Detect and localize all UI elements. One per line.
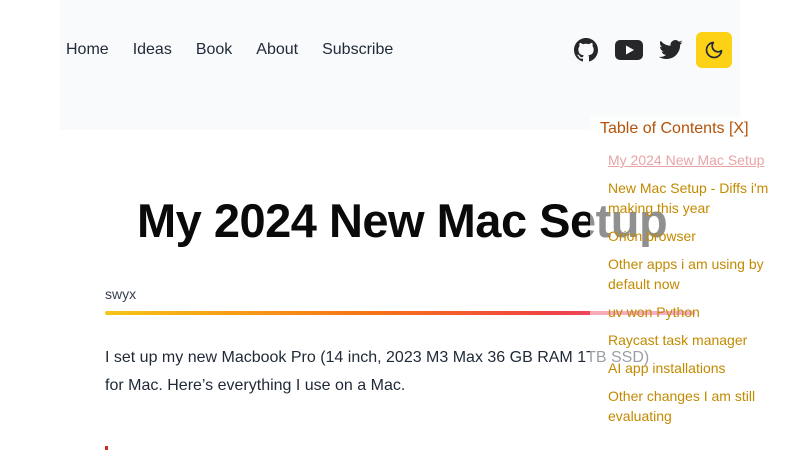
- toc-title-toggle[interactable]: Table of Contents [X]: [600, 120, 749, 138]
- theme-toggle-button[interactable]: [696, 32, 732, 68]
- main-nav: Home Ideas Book About Subscribe: [66, 40, 393, 60]
- toc-item[interactable]: Orion browser: [608, 226, 783, 246]
- toc-item[interactable]: New Mac Setup - Diffs i'm making this ye…: [608, 178, 783, 218]
- moon-icon: [705, 41, 723, 59]
- nav-subscribe[interactable]: Subscribe: [322, 40, 393, 60]
- toc-item[interactable]: Other apps i am using by default now: [608, 254, 783, 294]
- author-name[interactable]: swyx: [105, 286, 136, 302]
- github-icon[interactable]: [572, 32, 600, 68]
- page-title: My 2024 New Mac Setup: [137, 194, 668, 247]
- blockquote-marker: [105, 446, 108, 450]
- twitter-icon[interactable]: [658, 32, 684, 68]
- toc-item[interactable]: AI app installations: [608, 358, 783, 378]
- toc-item[interactable]: uv won Python: [608, 302, 783, 322]
- toc-item[interactable]: Other changes I am still evaluating: [608, 386, 783, 426]
- toc-item[interactable]: Raycast task manager: [608, 330, 783, 350]
- nav-book[interactable]: Book: [196, 40, 232, 60]
- social-links: [572, 32, 732, 68]
- nav-about[interactable]: About: [256, 40, 298, 60]
- nav-home[interactable]: Home: [66, 40, 109, 60]
- nav-ideas[interactable]: Ideas: [133, 40, 172, 60]
- article-intro: I set up my new Macbook Pro (14 inch, 20…: [105, 349, 650, 394]
- toc-list: My 2024 New Mac Setup New Mac Setup - Di…: [608, 150, 783, 434]
- table-of-contents: Table of Contents [X] My 2024 New Mac Se…: [590, 115, 800, 450]
- toc-item[interactable]: My 2024 New Mac Setup: [608, 150, 783, 170]
- youtube-icon[interactable]: [614, 32, 644, 68]
